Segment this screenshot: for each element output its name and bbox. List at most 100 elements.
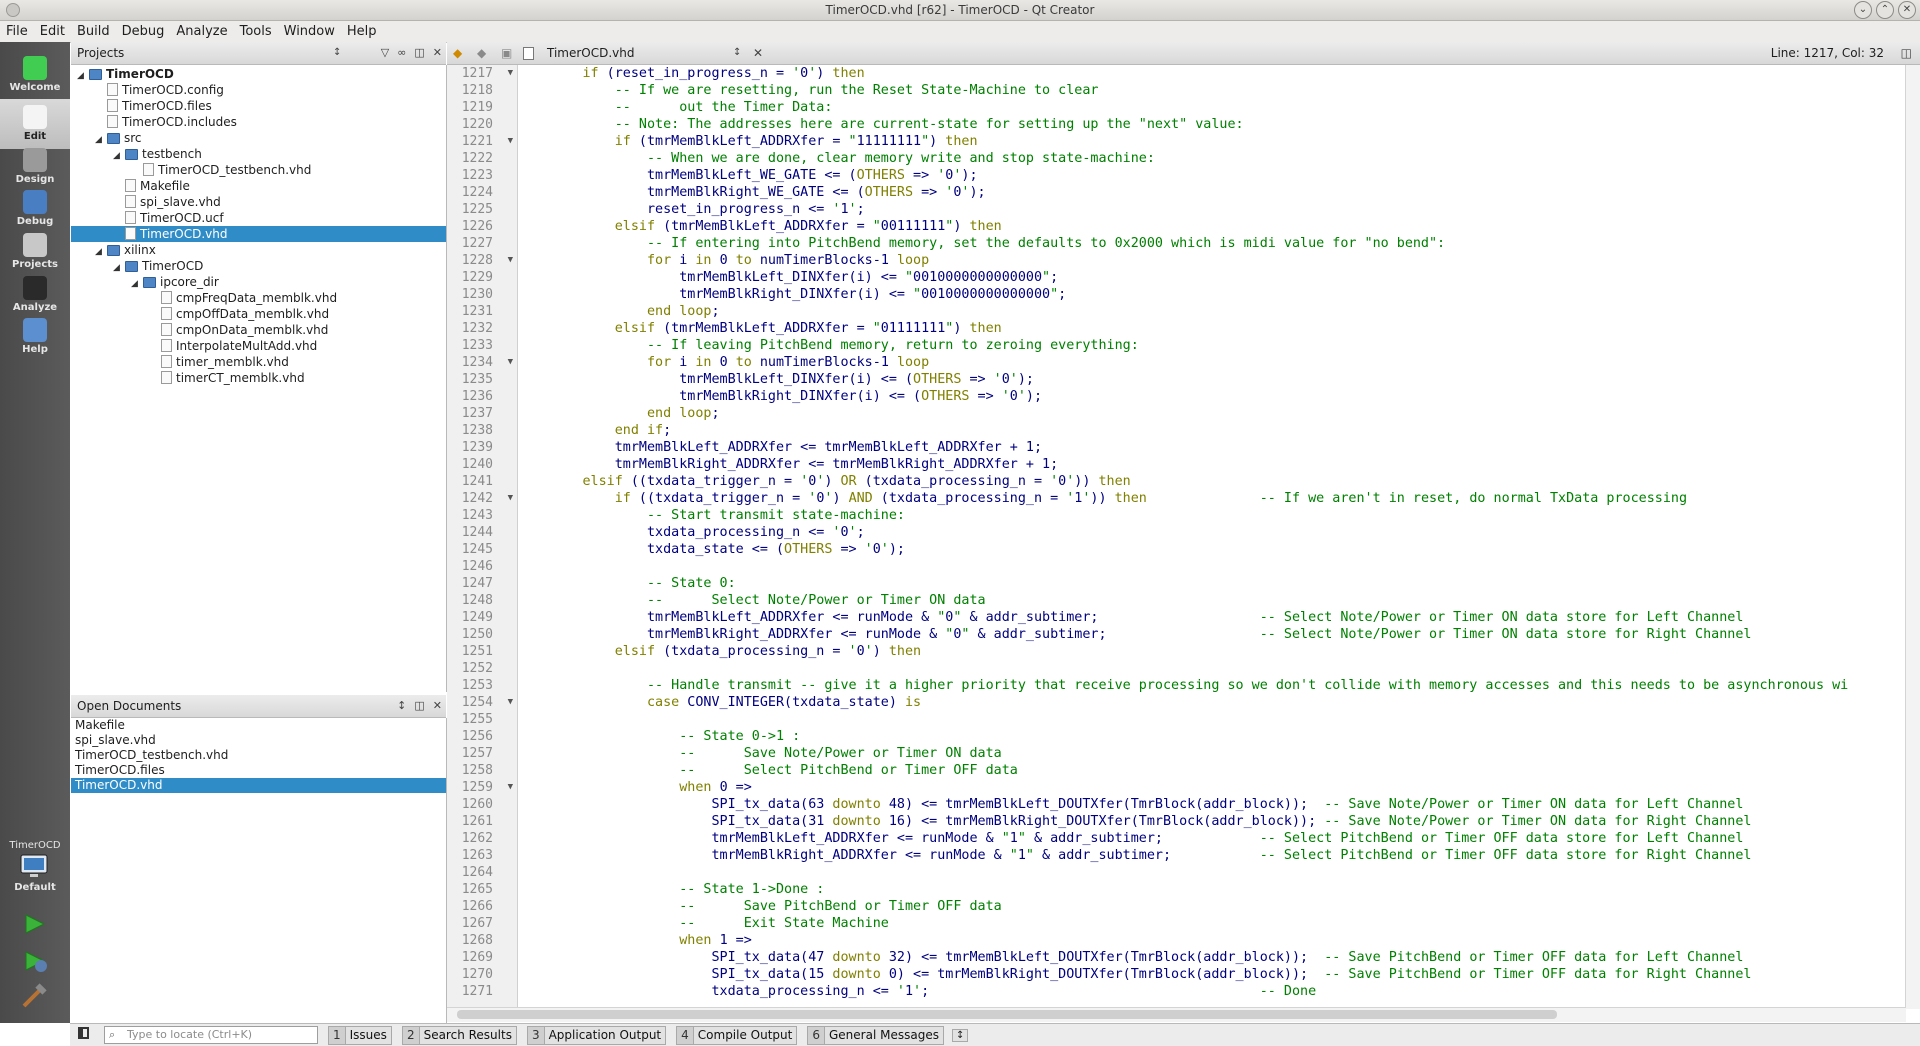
- code-line[interactable]: for i in 0 to numTimerBlocks-1 loop: [518, 252, 1904, 269]
- code-line[interactable]: tmrMemBlkRight_ADDRXfer <= tmrMemBlkRigh…: [518, 456, 1904, 473]
- code-line[interactable]: -- Exit State Machine: [518, 915, 1904, 932]
- output-pane-button[interactable]: 3 Application Output: [526, 1025, 667, 1045]
- menu-build[interactable]: Build: [71, 24, 116, 39]
- tree-file[interactable]: cmpOnData_memblk.vhd: [71, 322, 446, 338]
- code-line[interactable]: -- State 1->Done :: [518, 881, 1904, 898]
- close-panel-icon[interactable]: ✕: [433, 695, 442, 717]
- code-line[interactable]: tmrMemBlkLeft_WE_GATE <= (OTHERS => '0')…: [518, 167, 1904, 184]
- code-line[interactable]: case CONV_INTEGER(txdata_state) is: [518, 694, 1904, 711]
- mode-help[interactable]: Help: [0, 312, 70, 362]
- code-line[interactable]: SPI_tx_data(31 downto 16) <= tmrMemBlkRi…: [518, 813, 1904, 830]
- tree-file[interactable]: TimerOCD_testbench.vhd: [71, 162, 446, 178]
- open-document-item[interactable]: TimerOCD.files: [71, 763, 446, 778]
- code-line[interactable]: -- If leaving PitchBend memory, return t…: [518, 337, 1904, 354]
- code-line[interactable]: if (tmrMemBlkLeft_ADDRXfer = "11111111")…: [518, 133, 1904, 150]
- tree-folder[interactable]: ◢ TimerOCD: [71, 258, 446, 274]
- menu-debug[interactable]: Debug: [116, 24, 171, 39]
- code-line[interactable]: txdata_state <= (OTHERS => '0');: [518, 541, 1904, 558]
- split-editor-icon[interactable]: ◫: [1901, 42, 1912, 64]
- code-line[interactable]: when 0 =>: [518, 779, 1904, 796]
- code-line[interactable]: -- out the Timer Data:: [518, 99, 1904, 116]
- code-line[interactable]: for i in 0 to numTimerBlocks-1 loop: [518, 354, 1904, 371]
- code-line[interactable]: -- Select Note/Power or Timer ON data: [518, 592, 1904, 609]
- code-line[interactable]: if ((txdata_trigger_n = '0') AND (txdata…: [518, 490, 1904, 507]
- cursor-position[interactable]: Line: 1217, Col: 32: [1771, 42, 1884, 64]
- chevron-updown-icon[interactable]: ↕: [333, 42, 341, 64]
- forward-arrow-icon[interactable]: ◆: [477, 42, 486, 64]
- horizontal-scrollbar[interactable]: [447, 1007, 1906, 1022]
- chevron-updown-icon[interactable]: ↕: [397, 695, 406, 717]
- tree-file[interactable]: cmpFreqData_memblk.vhd: [71, 290, 446, 306]
- code-line[interactable]: -- Save Note/Power or Timer ON data: [518, 745, 1904, 762]
- menu-help[interactable]: Help: [341, 24, 383, 39]
- menu-edit[interactable]: Edit: [34, 24, 71, 39]
- code-line[interactable]: tmrMemBlkLeft_DINXfer(i) <= (OTHERS => '…: [518, 371, 1904, 388]
- code-editor[interactable]: if (reset_in_progress_n = '0') then -- I…: [518, 65, 1904, 1009]
- code-line[interactable]: tmrMemBlkRight_WE_GATE <= (OTHERS => '0'…: [518, 184, 1904, 201]
- open-document-item[interactable]: spi_slave.vhd: [71, 733, 446, 748]
- tree-file[interactable]: timer_memblk.vhd: [71, 354, 446, 370]
- editor-file-name[interactable]: TimerOCD.vhd: [547, 42, 635, 64]
- tree-file[interactable]: TimerOCD.includes: [71, 114, 446, 130]
- close-panel-icon[interactable]: ✕: [433, 42, 442, 64]
- code-line[interactable]: [518, 660, 1904, 677]
- open-document-item[interactable]: TimerOCD_testbench.vhd: [71, 748, 446, 763]
- mode-welcome[interactable]: Welcome: [0, 50, 70, 100]
- fold-arrow-icon[interactable]: ▼: [508, 354, 513, 371]
- tree-file[interactable]: cmpOffData_memblk.vhd: [71, 306, 446, 322]
- fold-arrow-icon[interactable]: ▼: [508, 490, 513, 507]
- open-document-item[interactable]: TimerOCD.vhd: [71, 778, 446, 793]
- code-line[interactable]: -- Note: The addresses here are current-…: [518, 116, 1904, 133]
- menu-analyze[interactable]: Analyze: [170, 24, 233, 39]
- kit-selector[interactable]: TimerOCD Default: [0, 836, 70, 894]
- menu-tools[interactable]: Tools: [234, 24, 278, 39]
- code-line[interactable]: SPI_tx_data(15 downto 0) <= tmrMemBlkRig…: [518, 966, 1904, 983]
- fold-arrow-icon[interactable]: ▼: [508, 694, 513, 711]
- fold-arrow-icon[interactable]: ▼: [508, 65, 513, 82]
- code-line[interactable]: -- Handle transmit -- give it a higher p…: [518, 677, 1904, 694]
- code-line[interactable]: when 1 =>: [518, 932, 1904, 949]
- tree-file[interactable]: TimerOCD.files: [71, 98, 446, 114]
- code-line[interactable]: elsif (tmrMemBlkLeft_ADDRXfer = "0111111…: [518, 320, 1904, 337]
- open-document-item[interactable]: Makefile: [71, 718, 446, 733]
- code-line[interactable]: elsif ((txdata_trigger_n = '0') OR (txda…: [518, 473, 1904, 490]
- filter-icon[interactable]: ▽: [381, 42, 389, 64]
- file-dropdown-icon[interactable]: ↕: [733, 42, 741, 64]
- code-line[interactable]: elsif (txdata_processing_n = '0') then: [518, 643, 1904, 660]
- code-line[interactable]: txdata_processing_n <= '1'; -- Done: [518, 983, 1904, 1000]
- code-line[interactable]: if (reset_in_progress_n = '0') then: [518, 65, 1904, 82]
- code-line[interactable]: end loop;: [518, 303, 1904, 320]
- code-line[interactable]: -- State 0:: [518, 575, 1904, 592]
- output-pane-button[interactable]: 2 Search Results: [401, 1025, 517, 1045]
- code-line[interactable]: -- When we are done, clear memory write …: [518, 150, 1904, 167]
- code-line[interactable]: tmrMemBlkRight_DINXfer(i) <= "0010000000…: [518, 286, 1904, 303]
- code-line[interactable]: reset_in_progress_n <= '1';: [518, 201, 1904, 218]
- vertical-scrollbar[interactable]: [1905, 65, 1920, 1009]
- menu-file[interactable]: File: [0, 24, 34, 39]
- output-pane-button[interactable]: 4 Compile Output: [676, 1025, 798, 1045]
- code-line[interactable]: SPI_tx_data(47 downto 32) <= tmrMemBlkLe…: [518, 949, 1904, 966]
- tree-folder[interactable]: ◢ xilinx: [71, 242, 446, 258]
- output-pane-button[interactable]: 6 General Messages: [807, 1025, 944, 1045]
- fold-arrow-icon[interactable]: ▼: [508, 779, 513, 796]
- horizontal-scroll-thumb[interactable]: [457, 1010, 1557, 1019]
- code-line[interactable]: tmrMemBlkLeft_ADDRXfer <= tmrMemBlkLeft_…: [518, 439, 1904, 456]
- code-line[interactable]: elsif (tmrMemBlkLeft_ADDRXfer = "0011111…: [518, 218, 1904, 235]
- fold-arrow-icon[interactable]: ▼: [508, 252, 513, 269]
- code-line[interactable]: [518, 711, 1904, 728]
- tree-folder[interactable]: ◢ TimerOCD: [71, 66, 446, 82]
- code-line[interactable]: tmrMemBlkRight_ADDRXfer <= runMode & "0"…: [518, 626, 1904, 643]
- debug-run-icon[interactable]: [0, 946, 70, 976]
- code-line[interactable]: [518, 558, 1904, 575]
- code-line[interactable]: -- Select PitchBend or Timer OFF data: [518, 762, 1904, 779]
- close-icon[interactable]: ✕: [1898, 1, 1916, 19]
- code-line[interactable]: txdata_processing_n <= '0';: [518, 524, 1904, 541]
- fold-arrow-icon[interactable]: ▼: [508, 133, 513, 150]
- build-hammer-icon[interactable]: [0, 982, 70, 1012]
- code-line[interactable]: -- Start transmit state-machine:: [518, 507, 1904, 524]
- code-line[interactable]: tmrMemBlkLeft_ADDRXfer <= runMode & "0" …: [518, 609, 1904, 626]
- menu-window[interactable]: Window: [278, 24, 341, 39]
- code-line[interactable]: -- State 0->1 :: [518, 728, 1904, 745]
- tree-file[interactable]: TimerOCD.vhd: [71, 226, 446, 242]
- tree-folder[interactable]: ◢ src: [71, 130, 446, 146]
